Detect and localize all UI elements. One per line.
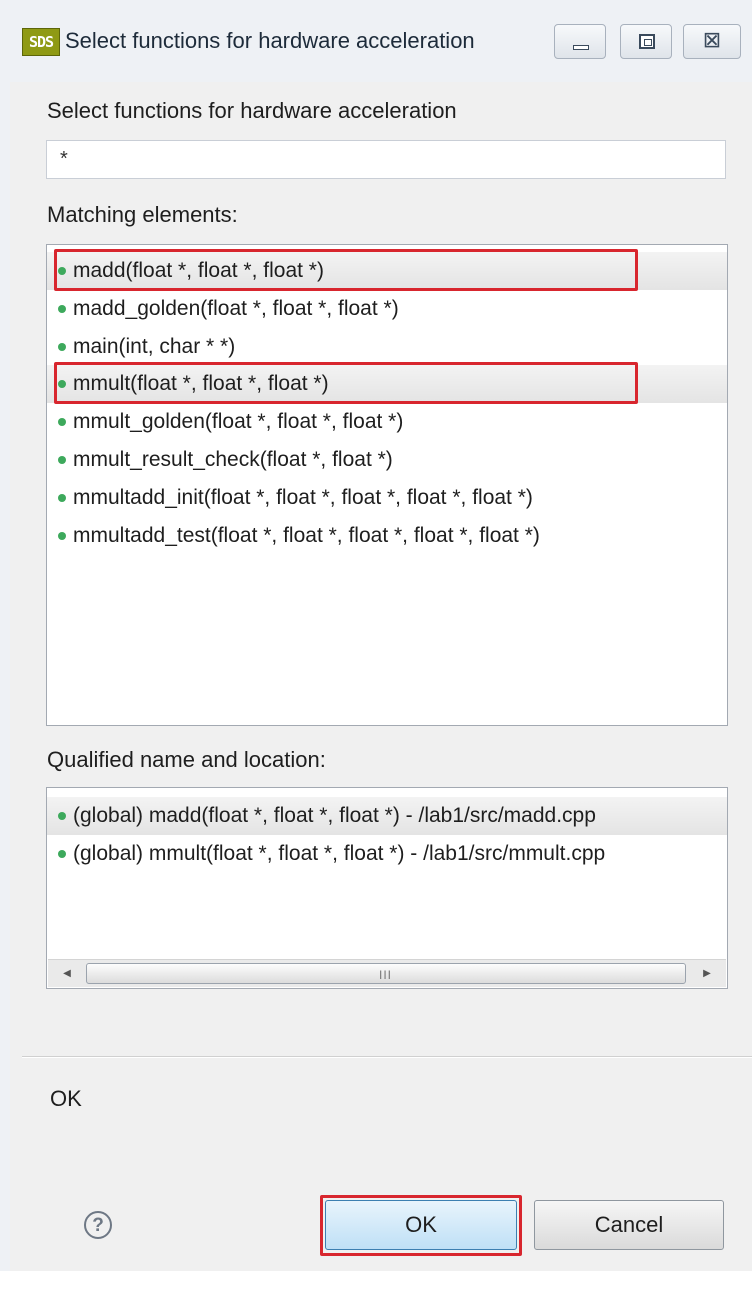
annotation-highlight-ok: [320, 1195, 522, 1256]
help-icon[interactable]: ?: [84, 1211, 112, 1239]
sds-app-icon: SDS: [22, 28, 60, 56]
horizontal-scrollbar[interactable]: ◀ III ▶: [48, 959, 726, 987]
function-bullet-icon: [58, 494, 66, 502]
window-left-edge: [0, 82, 10, 1272]
close-button[interactable]: ⊠: [683, 24, 741, 59]
function-bullet-icon: [58, 418, 66, 426]
qualified-name-list[interactable]: (global) madd(float *, float *, float *)…: [46, 787, 728, 989]
annotation-highlight-mmult: [54, 362, 638, 404]
matching-elements-list[interactable]: madd(float *, float *, float *) madd_gol…: [46, 244, 728, 726]
list-item[interactable]: mmult_result_check(float *, float *): [47, 441, 727, 479]
list-item[interactable]: mmultadd_test(float *, float *, float *,…: [47, 517, 727, 555]
list-item[interactable]: main(int, char * *): [47, 328, 727, 366]
list-item[interactable]: mmultadd_init(float *, float *, float *,…: [47, 479, 727, 517]
list-item[interactable]: (global) mmult(float *, float *, float *…: [47, 835, 727, 873]
window-title: Select functions for hardware accelerati…: [65, 28, 475, 53]
matching-elements-label: Matching elements:: [47, 202, 238, 227]
scroll-thumb[interactable]: III: [86, 963, 686, 984]
minimize-icon: [573, 45, 589, 50]
function-bullet-icon: [58, 343, 66, 351]
status-message: OK: [50, 1086, 82, 1111]
dialog-window: SDS Select functions for hardware accele…: [0, 0, 752, 1289]
function-bullet-icon: [58, 812, 66, 820]
qualified-name-label: Qualified name and location:: [47, 747, 326, 772]
list-item[interactable]: mmult_golden(float *, float *, float *): [47, 403, 727, 441]
list-item[interactable]: madd_golden(float *, float *, float *): [47, 290, 727, 328]
scroll-right-icon[interactable]: ▶: [690, 962, 724, 985]
cancel-button[interactable]: Cancel: [534, 1200, 724, 1250]
bottom-margin: [0, 1271, 752, 1289]
list-item[interactable]: (global) madd(float *, float *, float *)…: [47, 797, 727, 835]
maximize-icon: [639, 34, 655, 49]
dialog-header: Select functions for hardware accelerati…: [47, 98, 457, 123]
title-bar[interactable]: SDS Select functions for hardware accele…: [0, 0, 752, 82]
function-bullet-icon: [58, 305, 66, 313]
function-bullet-icon: [58, 456, 66, 464]
minimize-button[interactable]: [554, 24, 606, 59]
annotation-highlight-madd: [54, 249, 638, 291]
scroll-grip-icon: III: [379, 968, 393, 982]
maximize-button[interactable]: [620, 24, 672, 59]
filter-input[interactable]: [46, 140, 726, 179]
close-icon: ⊠: [702, 27, 722, 52]
function-bullet-icon: [58, 850, 66, 858]
scroll-left-icon[interactable]: ◀: [50, 962, 84, 985]
function-bullet-icon: [58, 532, 66, 540]
footer-separator: [22, 1056, 752, 1058]
